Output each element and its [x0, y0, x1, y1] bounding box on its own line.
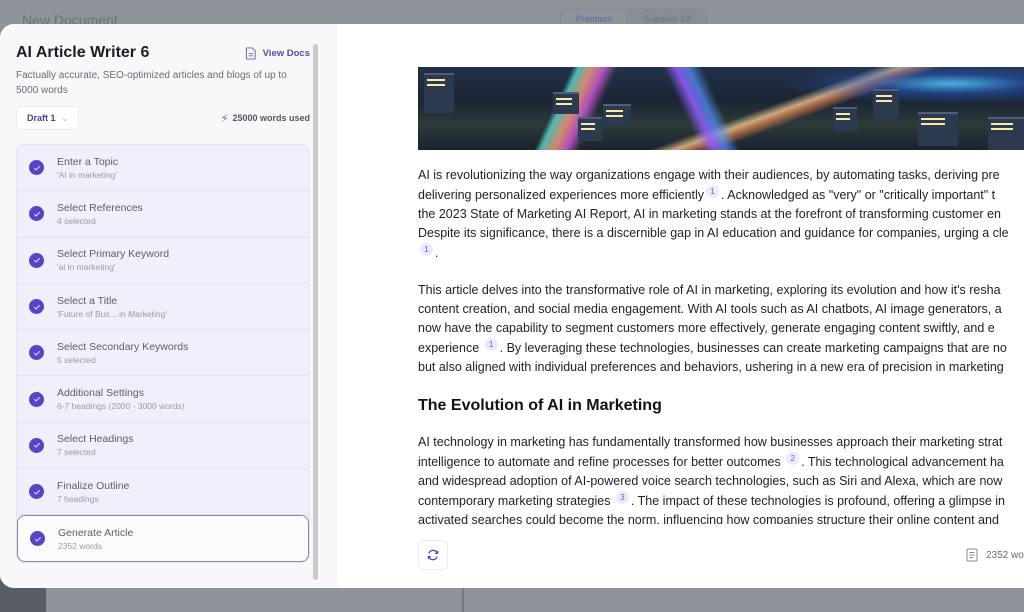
check-circle-icon [29, 252, 44, 268]
words-used-text: 25000 words used [232, 113, 310, 123]
step-title: Select a Title [57, 294, 118, 307]
check-circle-icon [29, 299, 44, 315]
sidebar-scrollbar[interactable] [313, 44, 318, 580]
steps-list: Enter a Topic 'AI in marketing' Select Re… [16, 144, 310, 563]
article-panel: AI is revolutionizing the way organizati… [338, 24, 1024, 588]
step-subtitle: 5 selected [57, 354, 96, 365]
refresh-icon [427, 549, 439, 561]
document-icon [966, 548, 978, 562]
citation-badge[interactable]: 1 [706, 185, 720, 198]
step-title: Additional Settings [57, 387, 144, 400]
step-subtitle: 'AI in marketing' [57, 169, 117, 180]
article-paragraph: AI technology in marketing has fundament… [418, 435, 1006, 526]
document-icon [245, 46, 256, 60]
background-divider [462, 588, 464, 612]
step-additional-settings[interactable]: Additional Settings 6-7 headings (2000 - … [17, 376, 309, 423]
step-subtitle: 2352 words [58, 540, 102, 551]
word-count: 2352 words [966, 548, 1024, 562]
words-used-indicator: ⚡︎ 25000 words used [221, 112, 310, 125]
step-subtitle: 7 headings [57, 493, 99, 504]
step-select-headings[interactable]: Select Headings 7 selected [17, 423, 309, 470]
word-count-text: 2352 words [986, 549, 1024, 561]
step-generate-article[interactable]: Generate Article 2352 words [17, 515, 309, 562]
step-select-primary-keyword[interactable]: Select Primary Keyword'ai in marketing' [17, 238, 309, 284]
citation-badge[interactable]: 2 [786, 452, 800, 465]
check-circle-icon [29, 160, 44, 176]
article-writer-modal: AI Article Writer 6 View Docs Factually … [0, 24, 1024, 588]
step-title: Finalize Outline [57, 479, 130, 492]
citation-badge[interactable]: 3 [615, 491, 629, 504]
check-circle-icon [29, 345, 44, 361]
step-title: Generate Article [58, 526, 134, 539]
step-title: Select Primary Keyword [57, 248, 170, 261]
step-select-title[interactable]: Select a Title 'Future of Bus... in Marke… [17, 284, 309, 331]
check-circle-icon [29, 206, 44, 222]
step-title: Select References [57, 201, 143, 214]
lightning-icon: ⚡︎ [220, 112, 229, 125]
draft-select-value: Draft 1 [27, 113, 56, 123]
step-enter-topic[interactable]: Enter a Topic 'AI in marketing' [17, 145, 309, 192]
view-docs-label: View Docs [262, 47, 310, 59]
tool-description: Factually accurate, SEO-optimized articl… [16, 70, 287, 96]
step-subtitle: 'ai in marketing' [57, 262, 116, 273]
step-title: Enter a Topic [57, 155, 119, 168]
step-subtitle: 4 selected [57, 215, 96, 226]
step-subtitle: 6-7 headings (2000 - 3000 words) [57, 401, 185, 412]
article-paragraph: This article delves into the transformat… [418, 283, 1007, 374]
check-circle-icon [29, 484, 44, 500]
sidebar: AI Article Writer 6 View Docs Factually … [0, 24, 338, 588]
step-select-secondary-keywords[interactable]: Select Secondary Keywords 5 selected [17, 330, 309, 377]
chevron-down-icon: ⌄ [61, 113, 69, 123]
view-docs-link[interactable]: View Docs [245, 46, 310, 60]
step-title: Select Headings [57, 433, 134, 446]
step-subtitle: 'Future of Bus... in Marketing' [57, 308, 168, 319]
citation-badge[interactable]: 1 [484, 338, 498, 351]
article-heading: The Evolution of AI in Marketing [418, 397, 662, 414]
article-body: AI is revolutionizing the way organizati… [418, 166, 1024, 526]
check-circle-icon [29, 391, 44, 407]
check-circle-icon [29, 437, 44, 453]
article-footer: 2352 words [338, 524, 1024, 588]
step-subtitle: 7 selected [57, 447, 96, 458]
citation-badge[interactable]: 1 [420, 243, 433, 256]
draft-select[interactable]: Draft 1 ⌄ [16, 106, 80, 130]
check-circle-icon [30, 531, 45, 547]
tool-title: AI Article Writer 6 [16, 44, 150, 61]
step-title: Select Secondary Keywords [57, 340, 189, 353]
step-finalize-outline[interactable]: Finalize Outline 7 headings [17, 469, 309, 516]
sidebar-header: AI Article Writer 6 View Docs [16, 44, 310, 62]
regenerate-button[interactable] [418, 540, 448, 570]
sidebar-controls: Draft 1 ⌄ ⚡︎ 25000 words used [16, 106, 310, 130]
article-hero-image [418, 67, 1024, 150]
article-paragraph: AI is revolutionizing the way organizati… [418, 168, 1009, 260]
step-select-references[interactable]: Select References 4 selected [17, 191, 309, 238]
